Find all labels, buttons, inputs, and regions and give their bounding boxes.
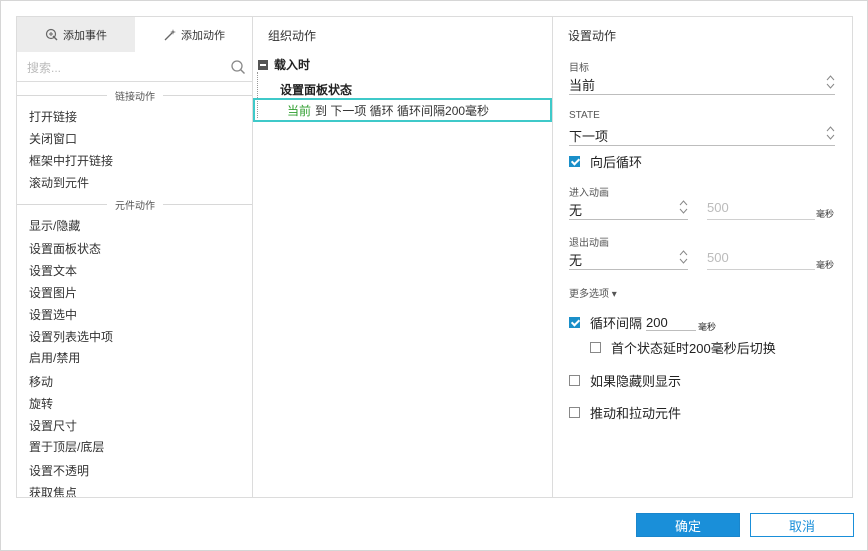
panels-container: 添加事件 添加动作 搜索... 链接动作 打开链接 关闭窗口 框架中打开链接 滚… bbox=[16, 16, 853, 498]
checkbox-icon bbox=[569, 317, 580, 328]
checkbox-icon bbox=[590, 342, 601, 353]
wrap-checkbox[interactable]: 向后循环 bbox=[569, 152, 642, 171]
action-item[interactable]: 打开链接 bbox=[29, 108, 77, 125]
panel-title: 设置动作 bbox=[568, 29, 617, 43]
collapse-icon[interactable] bbox=[258, 59, 268, 70]
show-if-hidden-checkbox[interactable]: 如果隐藏则显示 bbox=[569, 371, 681, 390]
loop-interval-checkbox[interactable]: 循环间隔 200 毫秒 bbox=[569, 313, 716, 332]
exit-animation-label: 退出动画 bbox=[569, 238, 609, 249]
action-item[interactable]: 设置列表选中项 bbox=[29, 328, 113, 345]
selected-action-row[interactable]: 当前 到 下一项 循环 循环间隔200毫秒 bbox=[253, 98, 552, 122]
tab-label: 添加动作 bbox=[181, 29, 225, 42]
action-library-panel: 添加事件 添加动作 搜索... 链接动作 打开链接 关闭窗口 框架中打开链接 滚… bbox=[17, 17, 253, 497]
add-event-icon bbox=[45, 28, 58, 40]
action-item[interactable]: 关闭窗口 bbox=[29, 130, 77, 147]
enter-animation-label: 进入动画 bbox=[569, 188, 609, 199]
unit-label: 毫秒 bbox=[816, 209, 835, 219]
action-item[interactable]: 显示/隐藏 bbox=[29, 217, 80, 234]
event-node[interactable]: 载入时 bbox=[258, 56, 310, 73]
updown-icon bbox=[826, 126, 835, 140]
enter-animation-select[interactable]: 无 bbox=[569, 198, 688, 220]
search-input[interactable] bbox=[27, 58, 227, 78]
search-icon[interactable] bbox=[230, 59, 246, 75]
loop-interval-input[interactable]: 200 bbox=[646, 315, 697, 331]
section-link-actions: 链接动作 bbox=[17, 88, 252, 103]
unit-label: 毫秒 bbox=[698, 322, 717, 332]
enter-duration-input[interactable]: 500 bbox=[707, 198, 815, 220]
target-label: 目标 bbox=[569, 63, 589, 74]
event-label: 载入时 bbox=[274, 58, 311, 72]
ok-button[interactable]: 确定 bbox=[636, 513, 740, 537]
action-target: 当前 bbox=[287, 103, 312, 118]
action-description: 到 下一项 循环 循环间隔200毫秒 bbox=[315, 103, 490, 118]
set-action-dialog: 添加事件 添加动作 搜索... 链接动作 打开链接 关闭窗口 框架中打开链接 滚… bbox=[0, 0, 868, 551]
push-widgets-checkbox[interactable]: 推动和拉动元件 bbox=[569, 403, 681, 422]
tab-add-event[interactable]: 添加事件 bbox=[17, 17, 135, 52]
target-select[interactable]: 当前 bbox=[569, 73, 835, 95]
unit-label: 毫秒 bbox=[816, 260, 835, 270]
action-item[interactable]: 移动 bbox=[29, 373, 53, 390]
action-item[interactable]: 框架中打开链接 bbox=[29, 152, 113, 169]
updown-icon bbox=[679, 250, 688, 264]
action-item[interactable]: 设置面板状态 bbox=[29, 240, 101, 257]
exit-animation-select[interactable]: 无 bbox=[569, 248, 688, 270]
tab-bar: 添加事件 添加动作 bbox=[17, 17, 252, 52]
configure-action-panel: 设置动作 目标 当前 STATE 下一项 向后循环 进入动画 无 500 毫秒 … bbox=[553, 17, 852, 497]
action-item[interactable]: 设置文本 bbox=[29, 262, 77, 279]
action-item[interactable]: 设置尺寸 bbox=[29, 417, 77, 434]
cancel-button[interactable]: 取消 bbox=[750, 513, 854, 537]
tab-label: 添加事件 bbox=[63, 29, 107, 42]
action-item[interactable]: 设置选中 bbox=[29, 306, 77, 323]
state-select[interactable]: 下一项 bbox=[569, 124, 835, 146]
action-item[interactable]: 旋转 bbox=[29, 395, 53, 412]
action-item[interactable]: 置于顶层/底层 bbox=[29, 438, 104, 455]
search-box bbox=[17, 54, 252, 82]
updown-icon bbox=[679, 200, 688, 214]
checkbox-icon bbox=[569, 156, 580, 167]
case-node[interactable]: 设置面板状态 bbox=[280, 81, 352, 98]
state-label: STATE bbox=[569, 110, 600, 121]
action-item[interactable]: 启用/禁用 bbox=[29, 349, 80, 366]
action-item[interactable]: 设置图片 bbox=[29, 284, 77, 301]
more-options-toggle[interactable]: 更多选项 ▾ bbox=[569, 285, 617, 300]
action-item[interactable]: 设置不透明 bbox=[29, 462, 89, 479]
panel-title: 组织动作 bbox=[268, 29, 317, 43]
checkbox-icon bbox=[569, 375, 580, 386]
add-action-icon bbox=[164, 28, 176, 40]
section-widget-actions: 元件动作 bbox=[17, 197, 252, 212]
updown-icon bbox=[826, 75, 835, 89]
tab-add-action[interactable]: 添加动作 bbox=[135, 17, 252, 52]
organize-actions-panel: 组织动作 载入时 设置面板状态 当前 到 下一项 循环 循环间隔200毫秒 bbox=[253, 17, 553, 497]
exit-duration-input[interactable]: 500 bbox=[707, 248, 815, 270]
action-item[interactable]: 滚动到元件 bbox=[29, 174, 89, 191]
checkbox-icon bbox=[569, 407, 580, 418]
action-item[interactable]: 获取焦点 bbox=[29, 484, 77, 497]
first-delay-checkbox[interactable]: 首个状态延时200毫秒后切换 bbox=[590, 338, 776, 357]
